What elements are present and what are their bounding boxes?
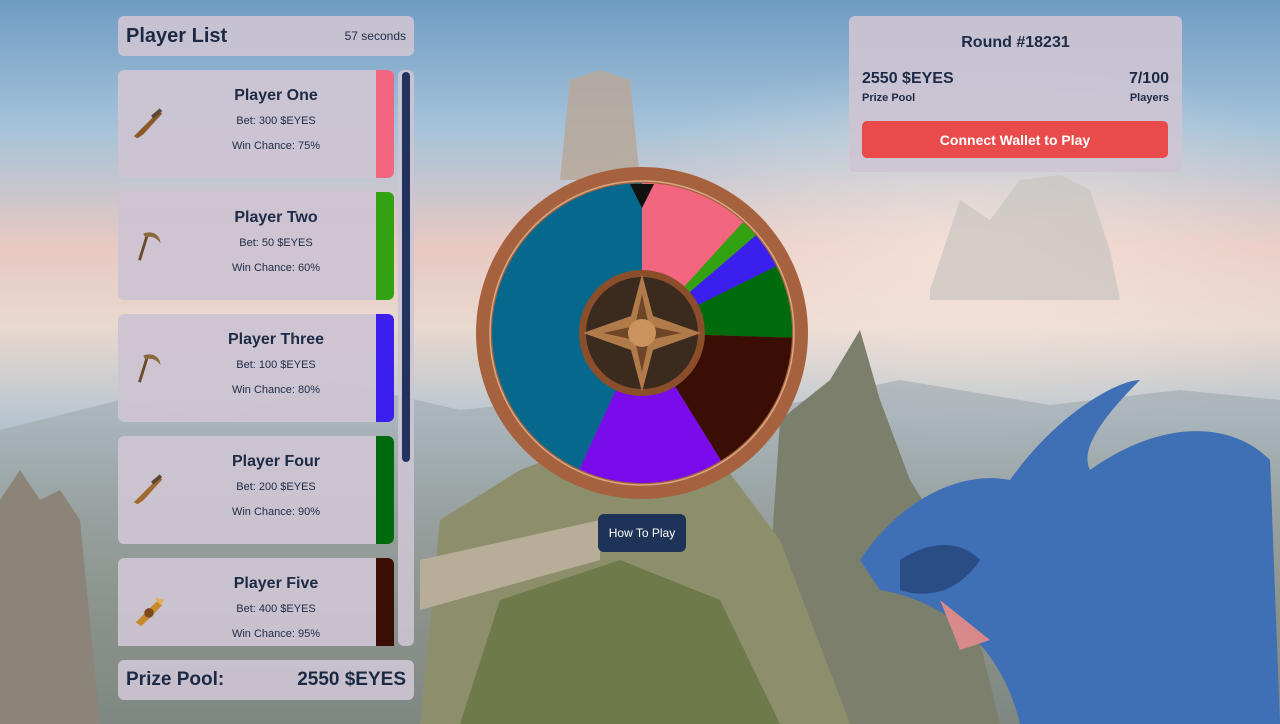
player-list-header: Player List 57 seconds [118,16,414,56]
player-win-chance: Win Chance: 60% [231,262,321,274]
player-list-title: Player List [126,24,228,47]
player-bet: Bet: 200 $EYES [236,481,316,493]
player-card[interactable]: Player Three Bet: 100 $EYES Win Chance: … [118,314,394,422]
scythe-icon [138,232,161,261]
players-caption: Players [1129,92,1169,104]
prize-pool-stat: 2550 $EYES Prize Pool [862,70,954,104]
connect-wallet-button[interactable]: Connect Wallet to Play [862,121,1168,158]
players-count: 7/100 [1128,70,1169,87]
player-bet: Bet: 400 $EYES [236,603,316,615]
player-win-chance: Win Chance: 95% [231,628,321,640]
player-name: Player One [234,87,318,104]
player-card[interactable]: Player Five Bet: 400 $EYES Win Chance: 9… [118,558,394,646]
blaster-icon [135,597,165,627]
how-to-play-button[interactable]: How To Play [598,514,686,552]
round-panel: Round #18231 2550 $EYES Prize Pool 7/100… [849,16,1182,172]
player-win-chance: Win Chance: 90% [231,506,321,518]
flintlock-icon [133,474,163,505]
player-bet: Bet: 300 $EYES [236,115,316,127]
round-timer: 57 seconds [344,29,406,43]
round-title: Round #18231 [961,34,1070,51]
player-name: Player Two [234,209,318,226]
flintlock-icon [133,108,163,139]
player-card[interactable]: Player Four Bet: 200 $EYES Win Chance: 9… [118,436,394,544]
player-win-chance: Win Chance: 75% [231,140,321,152]
player-bet: Bet: 50 $EYES [239,237,313,249]
player-bet: Bet: 100 $EYES [236,359,316,371]
prize-wheel[interactable] [475,166,809,500]
player-color-swatch [376,192,394,300]
player-card[interactable]: Player One Bet: 300 $EYES Win Chance: 75… [118,70,394,178]
player-color-swatch [376,70,394,178]
player-name: Player Four [231,453,321,470]
player-color-swatch [376,314,394,422]
prize-pool-amount: 2550 $EYES [862,70,954,87]
player-name: Player Five [233,575,319,592]
player-list[interactable]: Player One Bet: 300 $EYES Win Chance: 75… [118,70,414,646]
round-stats: 2550 $EYES Prize Pool 7/100 Players [849,70,1182,104]
player-name: Player Three [227,331,325,348]
player-color-swatch [376,436,394,544]
player-list-scrollbar[interactable] [398,70,414,646]
prize-pool-caption: Prize Pool [862,92,916,104]
prize-pool-value: 2550 $EYES [297,669,406,690]
player-win-chance: Win Chance: 80% [231,384,321,396]
players-stat: 7/100 Players [1129,70,1169,104]
player-color-swatch [376,558,394,646]
scythe-icon [138,354,161,383]
player-card[interactable]: Player Two Bet: 50 $EYES Win Chance: 60% [118,192,394,300]
scrollbar-thumb[interactable] [402,72,410,462]
prize-pool-label: Prize Pool: [126,669,225,690]
prize-pool-bar: Prize Pool: 2550 $EYES [118,660,414,700]
